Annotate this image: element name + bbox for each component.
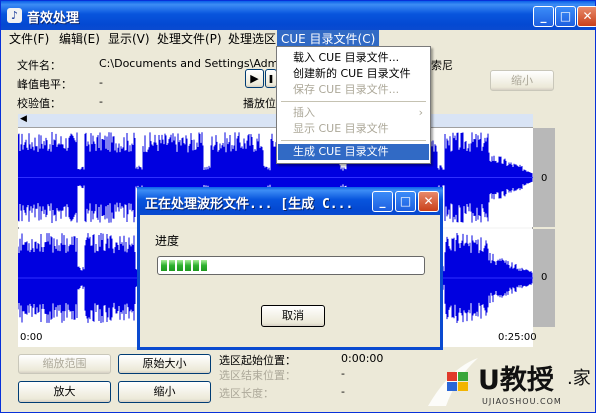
progress-bar bbox=[157, 256, 425, 275]
progress-segment bbox=[161, 260, 167, 271]
dialog-close-button[interactable]: ✕ bbox=[418, 191, 439, 212]
menu-separator bbox=[281, 101, 426, 102]
menu-edit[interactable]: 编辑(E) bbox=[55, 30, 104, 48]
selection-length-value: - bbox=[341, 385, 345, 398]
title-bar: ♪ 音效处理 _ □ ✕ bbox=[1, 1, 596, 30]
selection-start-value: 0:00:00 bbox=[341, 352, 384, 365]
peak-label: 峰值电平： bbox=[17, 78, 72, 91]
zoom-in-button[interactable]: 放大 bbox=[18, 381, 111, 403]
progress-segment bbox=[193, 260, 199, 271]
menu-view[interactable]: 显示(V) bbox=[104, 30, 154, 48]
menu-process-file[interactable]: 处理文件(P) bbox=[153, 30, 226, 48]
dialog-minimize-button[interactable]: _ bbox=[372, 191, 393, 212]
cue-dropdown-menu: 载入 CUE 目录文件... 创建新的 CUE 目录文件 保存 CUE 目录文件… bbox=[276, 46, 431, 164]
dialog-title: 正在处理波形文件... [生成 C... bbox=[145, 197, 354, 212]
watermark-suffix: .家 bbox=[567, 368, 591, 389]
selection-end-value: - bbox=[341, 367, 345, 380]
menu-separator bbox=[281, 140, 426, 141]
progress-segment bbox=[185, 260, 191, 271]
dialog-maximize-button[interactable]: □ bbox=[395, 191, 416, 212]
progress-segment bbox=[177, 260, 183, 271]
channel-bottom-zero: 0 bbox=[541, 272, 548, 283]
menu-item-create-cue[interactable]: 创建新的 CUE 目录文件 bbox=[278, 66, 429, 82]
menu-item-show-cue[interactable]: 显示 CUE 目录文件 bbox=[278, 121, 429, 137]
menu-process-selection[interactable]: 处理选区 bbox=[224, 30, 280, 48]
minimize-button[interactable]: _ bbox=[533, 6, 554, 27]
menu-item-save-cue[interactable]: 保存 CUE 目录文件... bbox=[278, 82, 429, 98]
play-position-label: 播放位 bbox=[243, 97, 276, 110]
submenu-arrow-icon: › bbox=[418, 106, 423, 119]
window-title: 音效处理 bbox=[27, 11, 80, 26]
time-start: 0:00 bbox=[20, 332, 43, 343]
menu-item-insert[interactable]: 插入 › bbox=[278, 105, 429, 121]
channel-top-zero: 0 bbox=[541, 173, 548, 184]
app-icon: ♪ bbox=[7, 8, 22, 23]
checksum-label: 校验值： bbox=[17, 97, 61, 110]
progress-segment bbox=[201, 260, 207, 271]
time-end: 0:25:00 bbox=[498, 332, 537, 343]
selection-start-label: 选区起始位置： bbox=[219, 354, 296, 367]
scroll-left-icon[interactable]: ◀ bbox=[20, 114, 27, 124]
checksum-value: - bbox=[99, 95, 103, 108]
zoom-range-button[interactable]: 缩放范围 bbox=[18, 354, 111, 374]
file-label: 文件名： bbox=[17, 59, 61, 72]
selection-length-label: 选区长度： bbox=[219, 387, 274, 400]
menu-item-load-cue[interactable]: 载入 CUE 目录文件... bbox=[278, 50, 429, 66]
dialog-title-bar: 正在处理波形文件... [生成 C... _ □ ✕ bbox=[137, 187, 443, 215]
progress-dialog: 正在处理波形文件... [生成 C... _ □ ✕ 进度 取消 bbox=[137, 187, 443, 350]
shrink-top-button[interactable]: 缩小 bbox=[490, 70, 554, 91]
file-suffix: 索尼 bbox=[431, 59, 453, 72]
watermark-brand: U教授 bbox=[478, 365, 554, 396]
close-button[interactable]: ✕ bbox=[577, 6, 596, 27]
progress-label: 进度 bbox=[155, 234, 180, 248]
cancel-button[interactable]: 取消 bbox=[261, 305, 325, 327]
play-button[interactable]: ▶ bbox=[245, 69, 264, 88]
original-size-button[interactable]: 原始大小 bbox=[118, 354, 211, 374]
play-icon: ▶ bbox=[250, 72, 259, 85]
menu-item-generate-cue[interactable]: 生成 CUE 目录文件 bbox=[278, 144, 429, 160]
menu-file[interactable]: 文件(F) bbox=[5, 30, 53, 48]
selection-end-label: 选区结束位置： bbox=[219, 369, 296, 382]
watermark: U教授 .家 UJIAOSHOU.COM bbox=[420, 352, 596, 413]
zoom-out-button[interactable]: 缩小 bbox=[118, 381, 211, 403]
maximize-button[interactable]: □ bbox=[555, 6, 576, 27]
peak-value: - bbox=[99, 76, 103, 89]
pause-icon: ❚ bbox=[267, 74, 275, 83]
progress-segment bbox=[169, 260, 175, 271]
menu-item-insert-label: 插入 bbox=[293, 106, 315, 119]
watermark-url: UJIAOSHOU.COM bbox=[482, 397, 562, 406]
